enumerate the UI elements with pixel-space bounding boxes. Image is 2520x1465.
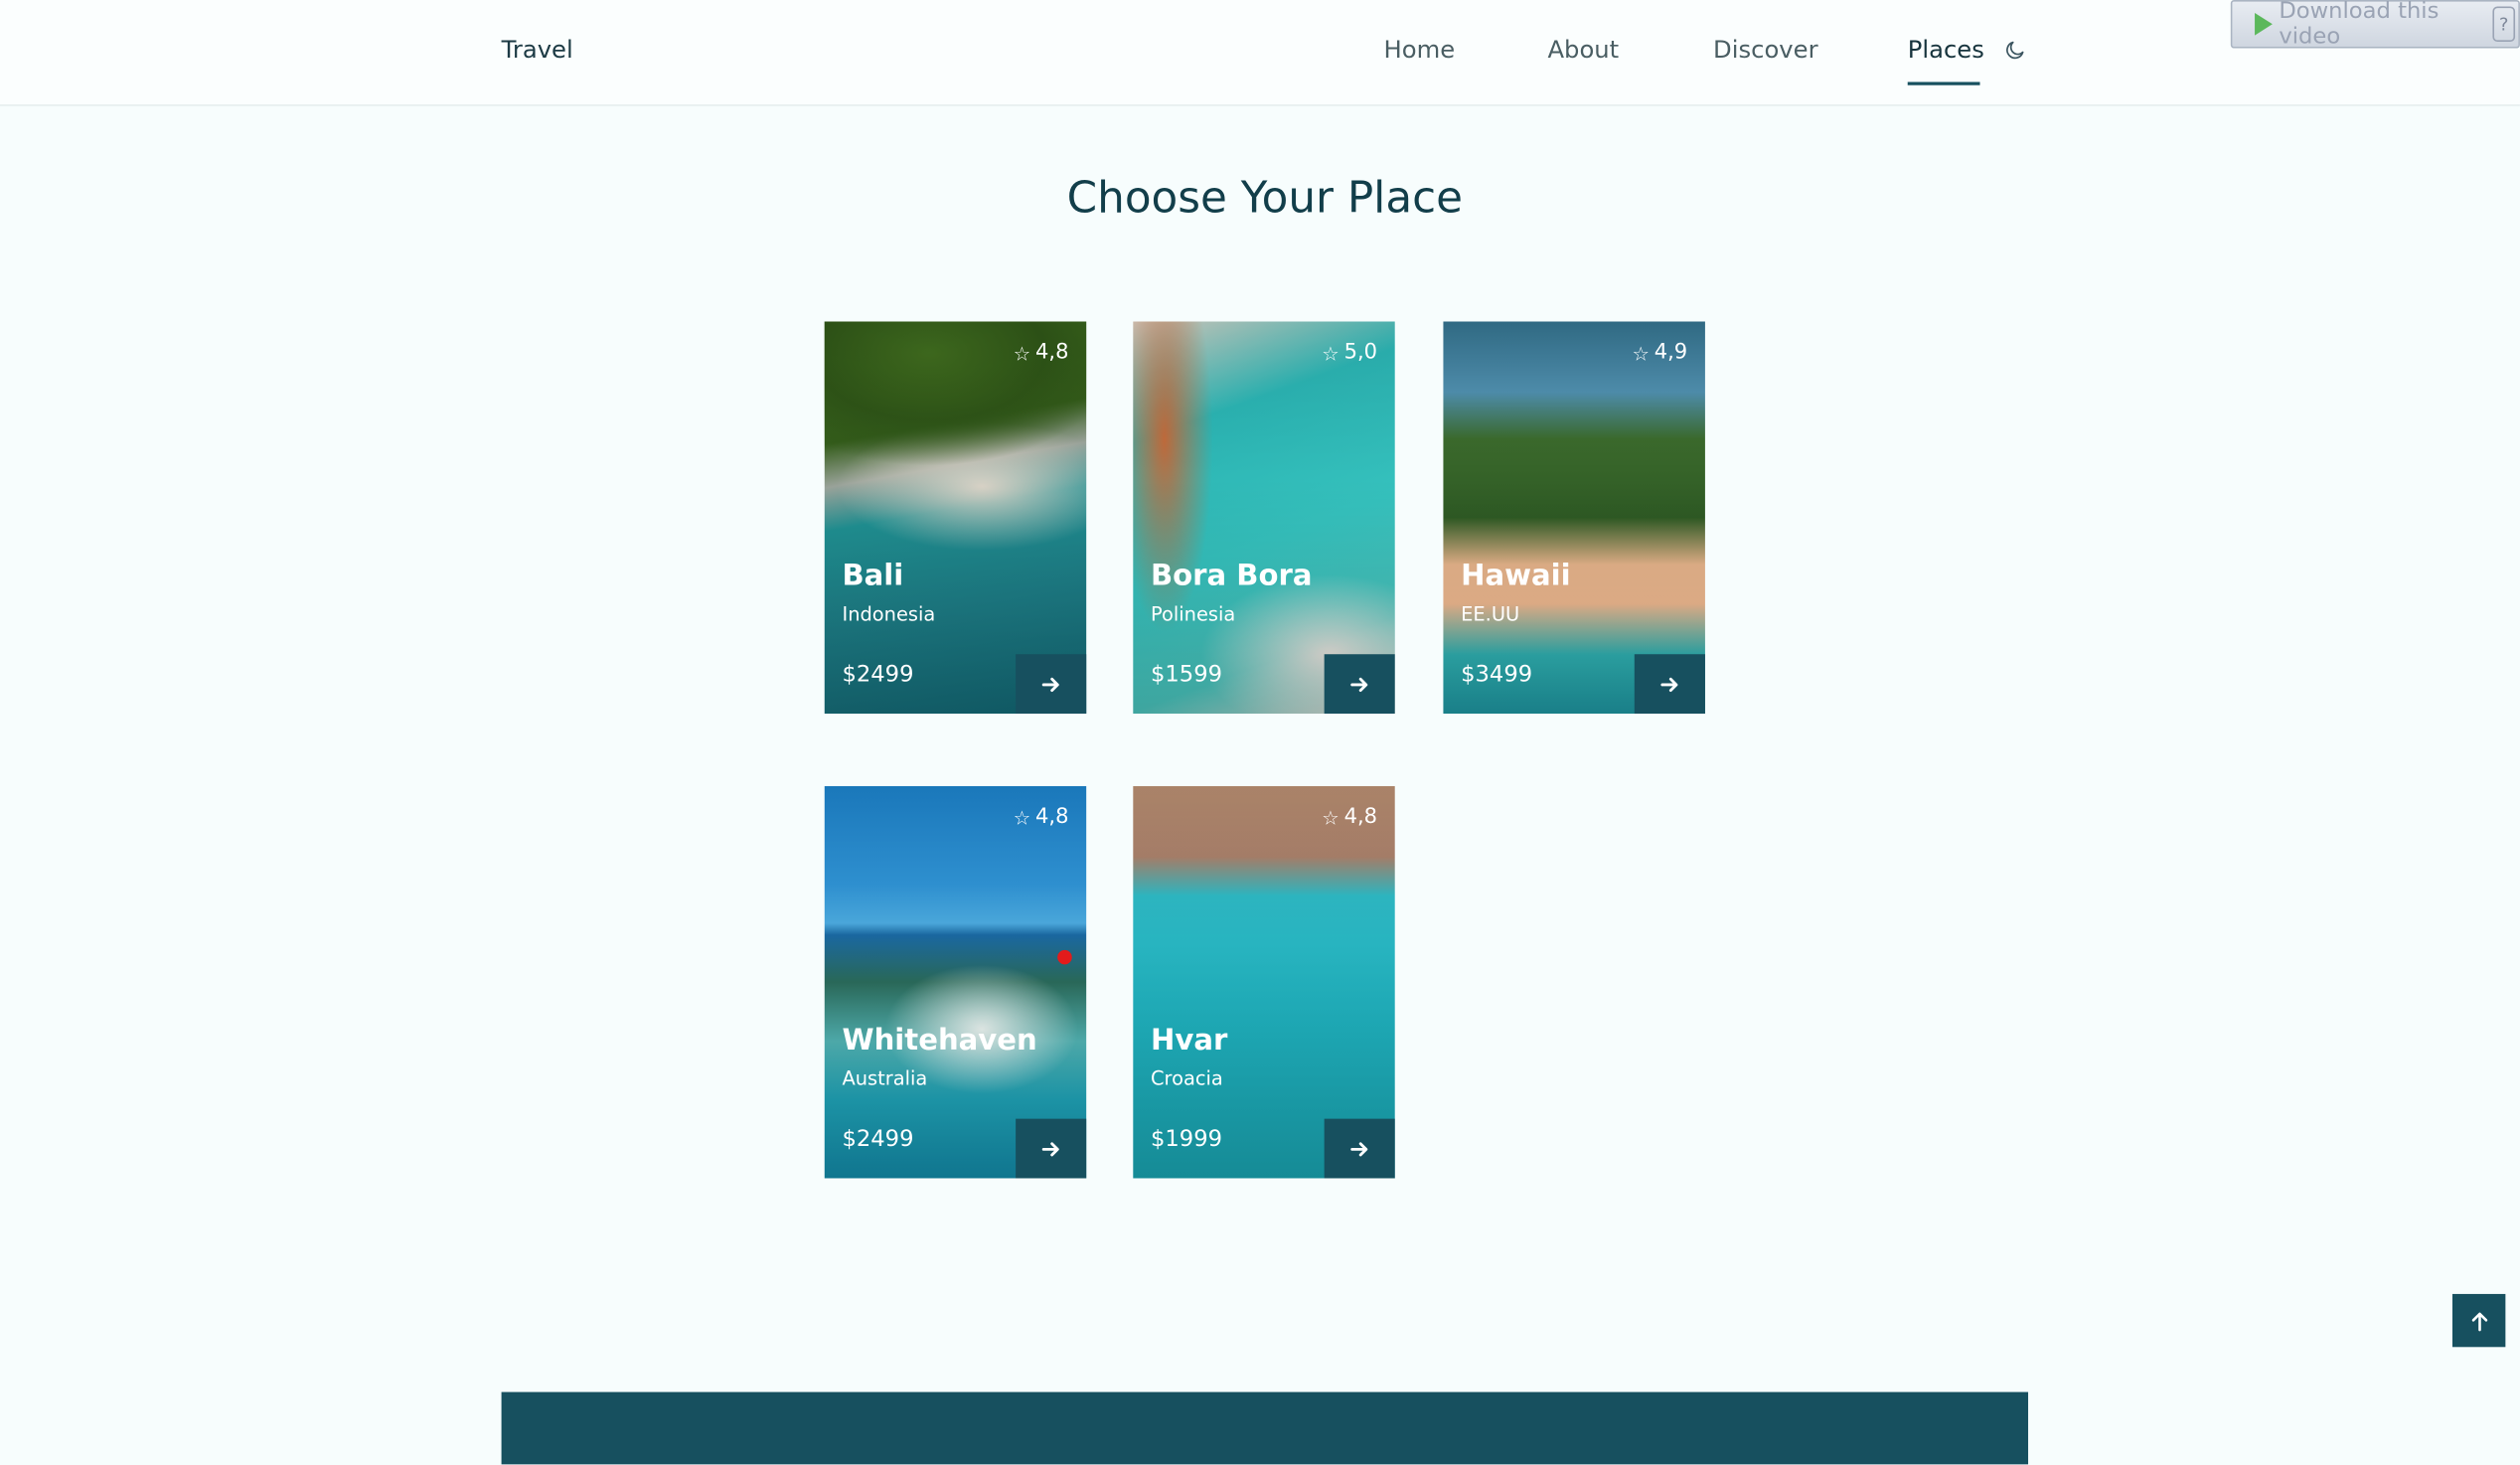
rating-value: 4,8 <box>1035 340 1069 366</box>
rating: ☆ 4,8 <box>1322 805 1377 829</box>
play-icon <box>2255 12 2273 36</box>
place-card-bali[interactable]: ☆ 4,8 Bali Indonesia $2499 <box>824 321 1087 715</box>
section-title: Choose Your Place <box>1066 173 1463 224</box>
rating: ☆ 4,8 <box>1014 805 1069 829</box>
logo[interactable]: Travel <box>502 36 573 65</box>
download-video-button[interactable]: Download this video <box>2239 0 2476 50</box>
place-card-hvar[interactable]: ☆ 4,8 Hvar Croacia $1999 <box>1133 785 1395 1179</box>
download-video-widget: Download this video ? <box>2230 0 2520 50</box>
arrow-right-icon <box>1660 677 1678 692</box>
place-go-button[interactable] <box>1634 654 1705 715</box>
rating-value: 5,0 <box>1343 340 1378 366</box>
nav-discover[interactable]: Discover <box>1713 36 1818 65</box>
place-card-hawaii[interactable]: ☆ 4,9 Hawaii EE.UU $3499 <box>1443 321 1705 715</box>
rating: ☆ 5,0 <box>1322 341 1377 365</box>
arrow-right-icon <box>1350 1141 1368 1156</box>
place-country: Australia <box>842 1066 928 1090</box>
star-icon: ☆ <box>1013 341 1031 365</box>
rating-value: 4,8 <box>1343 805 1378 830</box>
place-price: $3499 <box>1461 662 1533 689</box>
star-icon: ☆ <box>1632 341 1650 365</box>
place-price: $1599 <box>1150 662 1223 689</box>
arrow-right-icon <box>1041 1141 1059 1156</box>
star-icon: ☆ <box>1322 341 1339 365</box>
rating: ☆ 4,9 <box>1632 341 1687 365</box>
star-icon: ☆ <box>1013 806 1031 829</box>
place-country: Polinesia <box>1150 602 1236 626</box>
nav-places-label: Places <box>1907 35 1984 65</box>
place-country: EE.UU <box>1461 602 1520 626</box>
place-name: Hvar <box>1150 1024 1228 1058</box>
arrow-right-icon <box>1041 677 1059 692</box>
nav-about[interactable]: About <box>1547 36 1619 65</box>
rating: ☆ 4,8 <box>1014 341 1069 365</box>
place-name: Bali <box>842 559 904 593</box>
place-name: Hawaii <box>1461 559 1571 593</box>
scroll-to-top-button[interactable] <box>2451 1293 2506 1348</box>
place-country: Croacia <box>1150 1066 1223 1090</box>
download-video-label: Download this video <box>2279 0 2440 51</box>
place-price: $2499 <box>842 662 914 689</box>
nav-places[interactable]: Places <box>1907 35 1984 85</box>
arrow-up-icon <box>2470 1311 2487 1331</box>
place-price: $2499 <box>842 1126 914 1153</box>
footer-banner <box>501 1391 2029 1465</box>
active-nav-indicator <box>1907 81 1980 85</box>
place-card-whitehaven[interactable]: ☆ 4,8 Whitehaven Australia $2499 <box>824 785 1087 1179</box>
rating-value: 4,8 <box>1035 805 1069 830</box>
place-name: Whitehaven <box>842 1024 1037 1058</box>
help-button[interactable]: ? <box>2492 6 2516 43</box>
star-icon: ☆ <box>1322 806 1339 829</box>
place-go-button[interactable] <box>1016 654 1087 715</box>
nav-home[interactable]: Home <box>1383 36 1455 65</box>
place-country: Indonesia <box>842 602 936 626</box>
rating-value: 4,9 <box>1654 340 1688 366</box>
place-name: Bora Bora <box>1150 559 1313 593</box>
arrow-right-icon <box>1350 677 1368 692</box>
place-go-button[interactable] <box>1324 1118 1395 1179</box>
site-header: Travel Home About Discover Places <box>0 0 2520 106</box>
place-price: $1999 <box>1150 1126 1223 1153</box>
place-go-button[interactable] <box>1016 1118 1087 1179</box>
place-card-bora-bora[interactable]: ☆ 5,0 Bora Bora Polinesia $1599 <box>1133 321 1395 715</box>
cursor-marker <box>1057 949 1072 965</box>
place-go-button[interactable] <box>1324 654 1395 715</box>
moon-icon[interactable] <box>2004 39 2027 62</box>
